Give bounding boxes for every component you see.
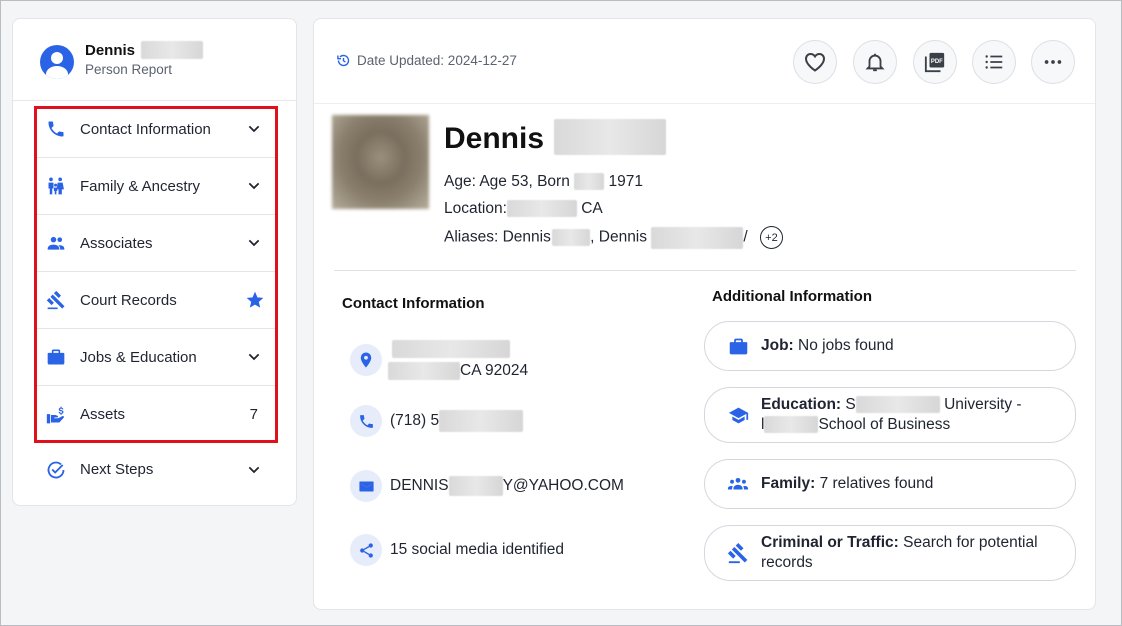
criminal-traffic-pill[interactable]: Criminal or Traffic: Search for potentia… (704, 525, 1076, 581)
history-icon (337, 54, 350, 67)
sidebar-item-label: Next Steps (80, 461, 154, 478)
sidebar-item-label: Associates (80, 234, 153, 252)
avatar-icon (40, 45, 74, 79)
date-updated: Date Updated: 2024-12-27 (336, 53, 517, 68)
briefcase-icon (47, 349, 65, 365)
social-row: 15 social media identified (350, 534, 564, 566)
list-icon (985, 55, 1003, 69)
sidebar-item-label: Family & Ancestry (80, 177, 201, 195)
chevron-down-icon (248, 466, 260, 473)
graduation-cap-icon (727, 404, 749, 426)
redacted-text (392, 339, 510, 358)
phone-row: (718) 5 (350, 405, 524, 437)
assets-count: 7 (249, 406, 258, 423)
date-updated-text: Date Updated: 2024-12-27 (357, 53, 517, 68)
chevron-down-icon (248, 182, 260, 190)
social-text[interactable]: 15 social media identified (390, 539, 564, 561)
email-icon (350, 470, 382, 502)
redacted-text (651, 226, 744, 249)
redacted-text (439, 409, 524, 432)
family-text: Family: 7 relatives found (761, 475, 934, 492)
pdf-icon: PDF (924, 52, 945, 73)
job-text: Job: No jobs found (761, 337, 894, 354)
bell-icon (865, 53, 885, 72)
redacted-surname (141, 40, 204, 59)
address-text: CA 92024 (388, 338, 528, 382)
sidebar-item-label: Court Records (80, 291, 177, 309)
email-text[interactable]: DENNIS Y@YAHOO.COM (390, 475, 624, 497)
sidebar-item-assets[interactable]: Assets 7 (34, 386, 276, 443)
report-toolbar: Date Updated: 2024-12-27 PDF (314, 19, 1095, 104)
redacted-text (448, 475, 503, 496)
chevron-down-icon (248, 239, 260, 247)
check-circle-icon (47, 461, 65, 478)
email-row: DENNIS Y@YAHOO.COM (350, 470, 624, 502)
additional-info-title: Additional Information (712, 288, 872, 305)
address-row: CA 92024 (350, 338, 528, 382)
job-pill[interactable]: Job: No jobs found (704, 321, 1076, 371)
heart-icon (804, 52, 826, 72)
redacted-text (574, 173, 605, 191)
sidebar-item-jobs-education[interactable]: Jobs & Education (34, 329, 276, 386)
contact-info-title: Contact Information (342, 295, 485, 312)
chevron-down-icon (248, 125, 260, 133)
chevron-down-icon (248, 353, 260, 361)
person-age: Age: Age 53, Born 1971 (444, 173, 643, 191)
table-of-contents-button[interactable] (972, 40, 1016, 84)
location-pin-icon (350, 344, 382, 376)
person-name: Dennis (444, 119, 667, 156)
family-pill[interactable]: Family: 7 relatives found (704, 459, 1076, 509)
svg-text:PDF: PDF (931, 59, 943, 65)
phone-icon (350, 405, 382, 437)
person-location: Location: CA (444, 200, 603, 218)
profile-header: Dennis Person Report (13, 19, 296, 101)
redacted-surname (554, 119, 667, 156)
redacted-text (506, 200, 577, 218)
money-hand-icon (46, 406, 64, 423)
phone-icon (48, 121, 64, 137)
profile-subtitle: Person Report (85, 62, 173, 77)
share-icon (350, 534, 382, 566)
phone-text[interactable]: (718) 5 (390, 409, 524, 432)
download-pdf-button[interactable]: PDF (913, 40, 957, 84)
report-main-card: Date Updated: 2024-12-27 PDF Dennis Age:… (313, 18, 1096, 610)
redacted-text (764, 416, 819, 434)
more-options-button[interactable] (1031, 40, 1075, 84)
profile-name: Dennis (85, 40, 204, 59)
redacted-text (388, 361, 460, 380)
group-icon (727, 473, 749, 495)
education-text: Education: S University - l School of Bus… (761, 396, 1022, 434)
gavel-icon (727, 542, 749, 564)
more-icon (1044, 60, 1062, 64)
redacted-text (552, 229, 591, 246)
star-icon (246, 291, 264, 308)
person-aliases: Aliases: Dennis , Dennis / +2 (444, 226, 783, 249)
sidebar-item-court-records[interactable]: Court Records (34, 272, 276, 329)
briefcase-icon (727, 335, 749, 357)
sidebar-item-family-ancestry[interactable]: Family & Ancestry (34, 158, 276, 215)
gavel-icon (46, 290, 65, 310)
sidebar-item-label: Contact Information (80, 120, 211, 138)
group-icon (47, 236, 65, 250)
person-photo (332, 115, 429, 209)
sidebar-item-contact-information[interactable]: Contact Information (34, 101, 276, 158)
sidebar-item-label: Assets (80, 406, 126, 423)
redacted-text (855, 396, 940, 414)
sidebar-item-associates[interactable]: Associates (34, 215, 276, 272)
more-aliases-badge[interactable]: +2 (759, 226, 783, 249)
section-divider (334, 270, 1076, 271)
criminal-traffic-text: Criminal or Traffic: Search for potentia… (761, 534, 1038, 571)
sidebar-item-next-steps[interactable]: Next Steps (34, 441, 276, 498)
favorite-button[interactable] (793, 40, 837, 84)
family-icon (48, 177, 64, 195)
education-pill[interactable]: Education: S University - l School of Bus… (704, 387, 1076, 443)
notifications-button[interactable] (853, 40, 897, 84)
sidebar-nav: Contact Information Family & Ancestry As… (34, 101, 276, 443)
sidebar-item-label: Jobs & Education (80, 348, 197, 366)
